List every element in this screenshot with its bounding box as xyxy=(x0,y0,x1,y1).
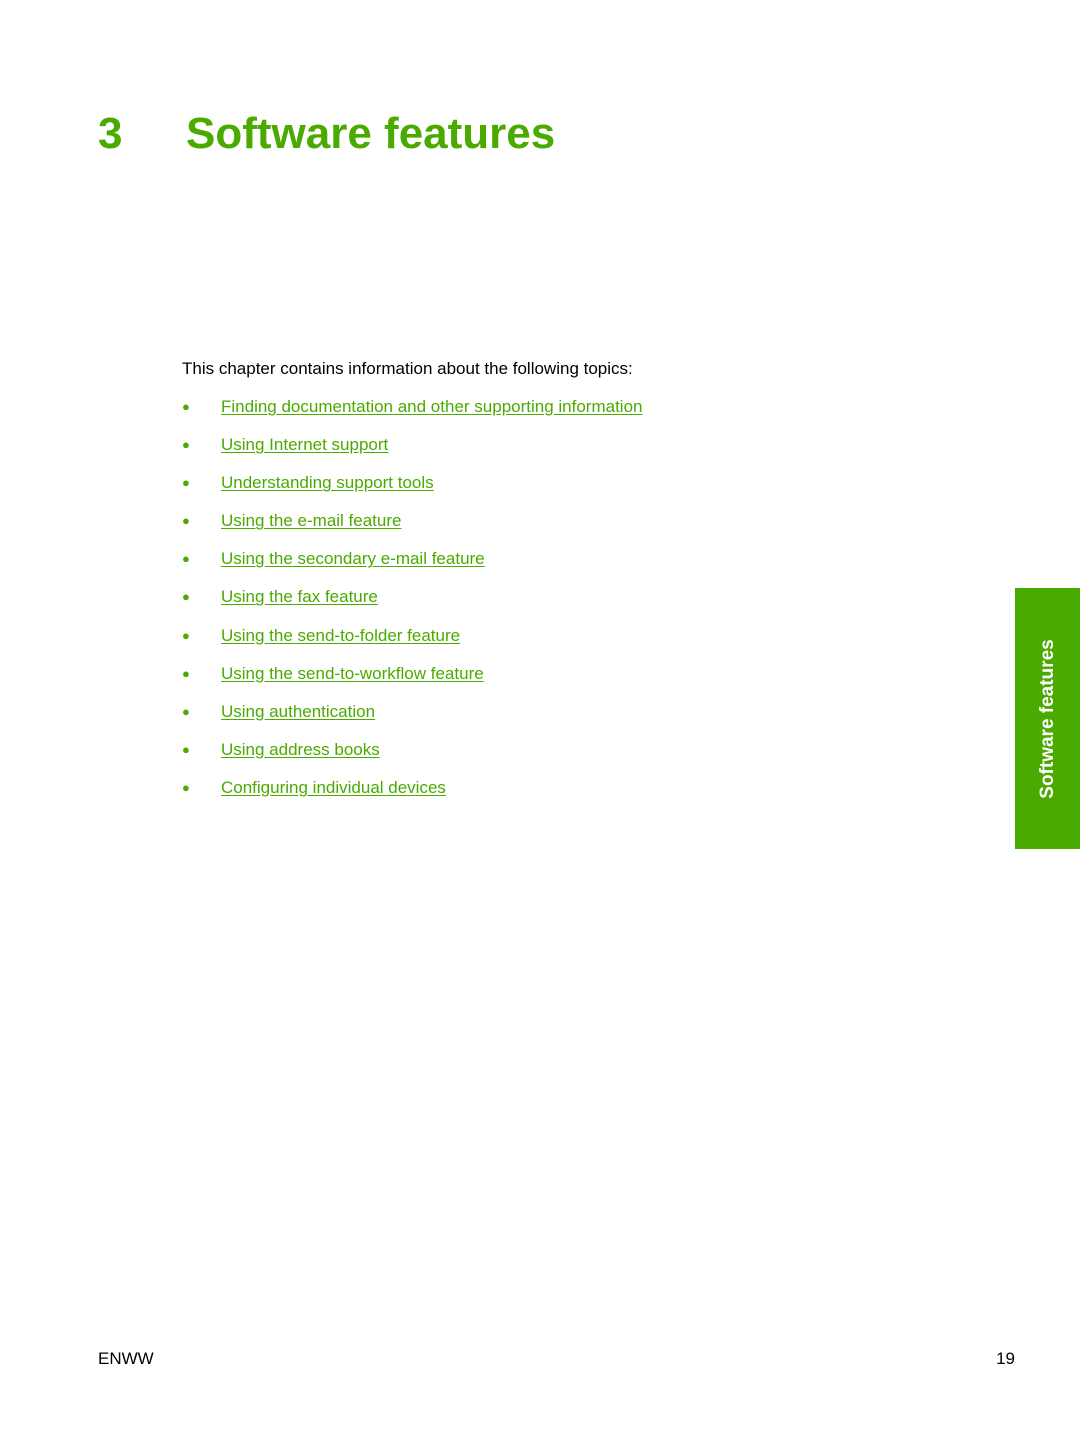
bullet-icon: ● xyxy=(182,437,190,453)
side-tab-label: Software features xyxy=(1036,638,1058,799)
bullet-icon: ● xyxy=(182,475,190,491)
topic-link[interactable]: Using the fax feature xyxy=(221,586,378,608)
chapter-heading: 3 Software features xyxy=(98,108,555,160)
topic-item: ● Using the secondary e-mail feature xyxy=(182,548,643,586)
bullet-icon: ● xyxy=(182,551,190,567)
footer-doc-code: ENWW xyxy=(98,1349,154,1368)
topic-item: ● Understanding support tools xyxy=(182,472,643,510)
page-number: 19 xyxy=(996,1349,1015,1368)
chapter-side-tab: Software features xyxy=(1015,588,1080,849)
topic-link[interactable]: Using address books xyxy=(221,739,380,761)
topic-link[interactable]: Finding documentation and other supporti… xyxy=(221,396,643,418)
chapter-title: Software features xyxy=(186,109,556,158)
chapter-number: 3 xyxy=(98,109,123,158)
topic-item: ● Using the send-to-folder feature xyxy=(182,625,643,663)
topic-link[interactable]: Using the secondary e-mail feature xyxy=(221,548,485,570)
bullet-icon: ● xyxy=(182,589,190,605)
bullet-icon: ● xyxy=(182,779,190,795)
topic-item: ● Finding documentation and other support… xyxy=(182,396,643,434)
bullet-icon: ● xyxy=(182,741,190,757)
topic-link[interactable]: Using the send-to-folder feature xyxy=(221,625,460,647)
topic-item: ● Using authentication xyxy=(182,701,643,739)
topic-item: ● Using the send-to-workflow feature xyxy=(182,663,643,701)
topic-link[interactable]: Using Internet support xyxy=(221,434,388,456)
bullet-icon: ● xyxy=(182,665,190,681)
bullet-icon: ● xyxy=(182,627,190,643)
topic-link[interactable]: Using the e-mail feature xyxy=(221,510,401,532)
topic-item: ● Using the fax feature xyxy=(182,586,643,624)
topic-item: ● Using Internet support xyxy=(182,434,643,472)
topic-item: ● Using the e-mail feature xyxy=(182,510,643,548)
topic-item: ● Configuring individual devices xyxy=(182,777,643,815)
topic-item: ● Using address books xyxy=(182,739,643,777)
intro-text: This chapter contains information about … xyxy=(182,359,633,378)
topic-link[interactable]: Using the send-to-workflow feature xyxy=(221,663,484,685)
bullet-icon: ● xyxy=(182,513,190,529)
topic-link[interactable]: Understanding support tools xyxy=(221,472,434,494)
bullet-icon: ● xyxy=(182,703,190,719)
bullet-icon: ● xyxy=(182,399,190,414)
topic-list: ● Finding documentation and other support… xyxy=(182,396,643,815)
topic-link[interactable]: Using authentication xyxy=(221,701,375,723)
topic-link[interactable]: Configuring individual devices xyxy=(221,777,446,799)
